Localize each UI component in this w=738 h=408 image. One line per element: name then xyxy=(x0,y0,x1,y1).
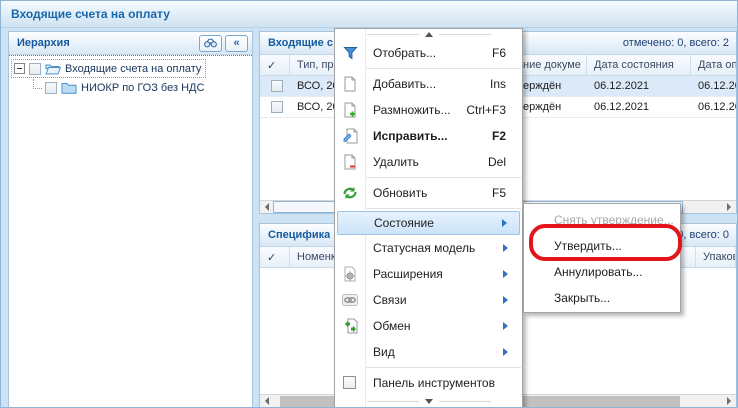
tree-item-root[interactable]: Входящие счета на оплату xyxy=(11,59,206,78)
edit-document-icon xyxy=(342,128,358,144)
toolbar-checkbox[interactable] xyxy=(343,376,356,389)
duplicate-document-icon xyxy=(342,102,358,118)
column-header-pay-date[interactable]: Дата опл xyxy=(691,55,736,75)
hierarchy-tree: Входящие счета на оплату НИОКР по ГОЗ бе… xyxy=(9,55,252,100)
menu-item-edit[interactable]: Исправить... F2 xyxy=(335,123,522,149)
menu-item-links[interactable]: Связи xyxy=(335,287,522,313)
cell-pay-date: 06.12.202 xyxy=(691,76,736,96)
menu-item-exchange[interactable]: Обмен xyxy=(335,313,522,339)
menu-item-refresh[interactable]: Обновить F5 xyxy=(335,180,522,206)
submenu-item-close[interactable]: Закрыть... xyxy=(524,285,680,311)
menu-item-duplicate[interactable]: Размножить... Ctrl+F3 xyxy=(335,97,522,123)
scroll-down-icon xyxy=(425,399,433,408)
column-header-packaging[interactable]: Упаковка xyxy=(695,247,736,267)
submenu-arrow-icon xyxy=(503,270,512,278)
menu-separator xyxy=(366,68,521,69)
tree-child-label: НИОКР по ГОЗ без НДС xyxy=(81,82,204,94)
menu-item-toolbar[interactable]: Панель инструментов xyxy=(335,370,522,396)
app-window: Входящие счета на оплату Иерархия « xyxy=(0,0,738,408)
state-submenu: Снять утверждение... Утвердить... Аннули… xyxy=(523,203,681,313)
menu-separator xyxy=(366,177,521,178)
scroll-right-icon[interactable] xyxy=(723,395,736,407)
menu-scroll-up[interactable] xyxy=(335,29,522,40)
column-header-check[interactable]: ✓ xyxy=(260,247,290,267)
scroll-left-icon[interactable] xyxy=(260,395,273,407)
binoculars-icon xyxy=(204,38,217,48)
add-document-icon xyxy=(342,76,358,92)
scroll-left-icon[interactable] xyxy=(260,201,273,213)
scroll-right-icon[interactable] xyxy=(723,201,736,213)
menu-scroll-down[interactable] xyxy=(335,396,522,407)
specifications-panel-title: Специфика xyxy=(268,229,330,241)
cell-state-date: 06.12.2021 xyxy=(587,97,691,117)
filter-icon xyxy=(342,45,358,61)
context-menu: Отобрать... F6 Добавить... Ins xyxy=(334,28,523,408)
submenu-arrow-icon xyxy=(502,219,511,227)
hierarchy-panel-header: Иерархия « xyxy=(9,32,252,55)
menu-item-view[interactable]: Вид xyxy=(335,339,522,365)
tree-child-checkbox[interactable] xyxy=(45,82,57,94)
menu-item-filter[interactable]: Отобрать... F6 xyxy=(335,40,522,66)
menu-item-status-model[interactable]: Статусная модель xyxy=(335,235,522,261)
submenu-arrow-icon xyxy=(503,296,512,304)
row-checkbox[interactable] xyxy=(271,80,283,92)
invoices-counter: отмечено: 0, всего: 2 xyxy=(623,37,732,49)
row-checkbox[interactable] xyxy=(271,101,283,113)
hierarchy-panel-title: Иерархия xyxy=(17,37,70,49)
hierarchy-search-button[interactable] xyxy=(199,35,222,52)
hierarchy-collapse-button[interactable]: « xyxy=(225,35,248,52)
collapse-chevrons-icon: « xyxy=(233,38,239,49)
open-folder-icon xyxy=(45,62,61,75)
cell-pay-date: 06.12.202 xyxy=(691,97,736,117)
menu-item-extensions[interactable]: Расширения xyxy=(335,261,522,287)
tree-root-checkbox[interactable] xyxy=(29,63,41,75)
submenu-item-approve[interactable]: Утвердить... xyxy=(524,233,680,259)
extensions-icon xyxy=(342,266,358,282)
submenu-arrow-icon xyxy=(503,322,512,330)
scroll-up-icon xyxy=(425,28,433,37)
invoices-panel-title: Входящие с xyxy=(268,37,333,49)
collapse-node-icon[interactable] xyxy=(14,63,25,74)
exchange-icon xyxy=(342,318,358,334)
menu-item-add[interactable]: Добавить... Ins xyxy=(335,71,522,97)
menu-separator xyxy=(366,367,521,368)
submenu-item-unapprove: Снять утверждение... xyxy=(524,207,680,233)
submenu-arrow-icon xyxy=(503,244,512,252)
links-icon xyxy=(342,292,358,308)
window-title: Входящие счета на оплату xyxy=(1,1,738,28)
tree-root-label: Входящие счета на оплату xyxy=(65,63,201,75)
cell-state-date: 06.12.2021 xyxy=(587,76,691,96)
submenu-arrow-icon xyxy=(503,348,512,356)
submenu-item-annul[interactable]: Аннулировать... xyxy=(524,259,680,285)
tree-item-child[interactable]: НИОКР по ГОЗ без НДС xyxy=(33,78,250,97)
hierarchy-panel: Иерархия « xyxy=(8,31,253,408)
refresh-icon xyxy=(342,185,358,201)
column-header-check[interactable]: ✓ xyxy=(260,55,290,75)
closed-folder-icon xyxy=(61,81,77,94)
tree-connector xyxy=(33,79,42,89)
menu-item-state[interactable]: Состояние xyxy=(337,211,520,235)
menu-item-delete[interactable]: Удалить Del xyxy=(335,149,522,175)
menu-separator xyxy=(366,208,521,209)
delete-document-icon xyxy=(342,154,358,170)
column-header-state-date[interactable]: Дата состояния xyxy=(587,55,691,75)
